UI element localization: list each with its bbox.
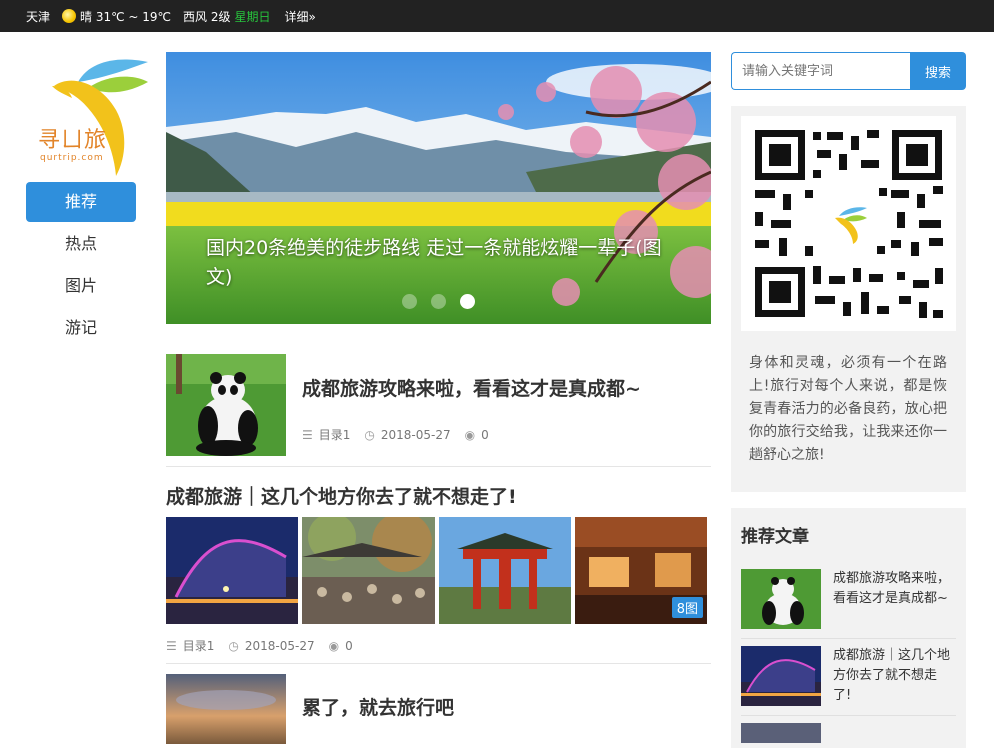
weather-info: 晴 31℃ ~ 19℃ (62, 8, 171, 25)
city-label: 天津 (26, 9, 51, 24)
sunset-image (166, 674, 286, 744)
article-category[interactable]: 目录1 (183, 637, 215, 654)
recommended-item[interactable]: 成都旅游攻略来啦，看看这才是真成都~ (741, 569, 956, 639)
article-title[interactable]: 累了，就去旅行吧 (302, 693, 454, 720)
slider-dot-active[interactable] (460, 294, 475, 309)
building-night-image (166, 517, 298, 624)
top-bar: 天津 晴 31℃ ~ 19℃ 西风 2级 星期日 详细» (0, 0, 994, 32)
recommended-panel: 推荐文章 成都旅游攻略来啦，看看这才是真成都~ 成都旅游｜这几个地方你去了就不想… (731, 508, 966, 748)
article-image[interactable] (302, 517, 435, 624)
article-date: 2018-05-27 (244, 638, 315, 653)
search-button[interactable]: 搜索 (910, 52, 966, 90)
sunset-image (741, 723, 821, 743)
recommended-item-title[interactable]: 成都旅游攻略来啦，看看这才是真成都~ (833, 569, 955, 609)
logo-domain: qurtrip.com (40, 153, 104, 163)
list-icon: ☰ (302, 427, 313, 442)
nav-item-pictures[interactable]: 图片 (26, 266, 136, 306)
article-thumbnail[interactable] (166, 674, 286, 744)
wind-text: 西风 2级 (183, 9, 231, 24)
recommended-thumbnail[interactable] (741, 723, 821, 743)
article-meta: ☰ 目录1 ◷ 2018-05-27 ◉ 0 (302, 426, 503, 443)
sun-icon (62, 9, 77, 23)
recommended-item-title[interactable]: 成都旅游｜这几个地方你去了就不想走了! (833, 646, 955, 706)
gate-image (439, 517, 571, 624)
nav-item-hot[interactable]: 热点 (26, 224, 136, 264)
article-item: 成都旅游攻略来啦，看看这才是真成都~ ☰ 目录1 ◷ 2018-05-27 ◉ 0 (166, 354, 711, 467)
article-item: 累了，就去旅行吧 (166, 665, 711, 745)
nav-item-travelogue[interactable]: 游记 (26, 308, 136, 348)
article-meta: ☰ 目录1 ◷ 2018-05-27 ◉ 0 (166, 637, 367, 654)
recommended-title: 推荐文章 (741, 527, 809, 547)
weekday-text: 星期日 (234, 9, 271, 24)
article-title[interactable]: 成都旅游｜这几个地方你去了就不想走了! (166, 482, 517, 509)
weather-text: 晴 31℃ ~ 19℃ (80, 9, 172, 24)
teahouse-image (302, 517, 435, 624)
qr-panel: 身体和灵魂，必须有一个在路上!旅行对每个人来说，都是恢复青春活力的必备良药，放心… (731, 106, 966, 492)
building-night-image (741, 646, 821, 706)
article-thumbnail[interactable] (166, 354, 286, 456)
recommended-item[interactable]: 成都旅游｜这几个地方你去了就不想走了! (741, 646, 956, 716)
weather-detail-link[interactable]: 详细» (284, 8, 315, 25)
article-image[interactable] (439, 517, 571, 624)
recommended-thumbnail[interactable] (741, 646, 821, 706)
clock-icon: ◷ (364, 427, 375, 442)
category-nav: 推荐 热点 图片 游记 (26, 182, 136, 350)
article-date: 2018-05-27 (380, 427, 451, 442)
slider-dot[interactable] (402, 294, 417, 309)
list-icon: ☰ (166, 638, 177, 653)
article-image[interactable] (166, 517, 298, 624)
qr-code-image (741, 116, 956, 331)
search-bar: 搜索 (731, 52, 966, 90)
article-title[interactable]: 成都旅游攻略来啦，看看这才是真成都~ (302, 374, 641, 401)
logo-text: 寻ㄩ旅 (38, 128, 108, 153)
article-item: 成都旅游｜这几个地方你去了就不想走了! 8图 ☰ 目录1 ◷ 2018-05-2… (166, 468, 711, 664)
hero-slider[interactable]: 国内20条绝美的徒步路线 走过一条就能炫耀一辈子(图文) (166, 52, 711, 324)
slider-dot[interactable] (431, 294, 446, 309)
panda-image (166, 354, 286, 456)
picture-count-badge: 8图 (671, 597, 703, 618)
qr-code (741, 116, 956, 331)
search-input[interactable] (731, 52, 910, 90)
clock-icon: ◷ (228, 638, 239, 653)
qr-description: 身体和灵魂，必须有一个在路上!旅行对每个人来说，都是恢复青春活力的必备良药，放心… (749, 355, 947, 463)
slide-title[interactable]: 国内20条绝美的徒步路线 走过一条就能炫耀一辈子(图文) (206, 234, 676, 292)
recommended-thumbnail[interactable] (741, 569, 821, 629)
article-views: 0 (345, 638, 353, 653)
slider-dots (402, 294, 475, 309)
eye-icon: ◉ (464, 427, 476, 442)
article-views: 0 (481, 427, 489, 442)
article-image[interactable]: 8图 (575, 517, 707, 624)
site-logo[interactable]: 寻ㄩ旅 qurtrip.com (30, 52, 150, 177)
panda-image (741, 569, 821, 629)
article-category[interactable]: 目录1 (319, 426, 351, 443)
eye-icon: ◉ (328, 638, 340, 653)
nav-item-recommend[interactable]: 推荐 (26, 182, 136, 222)
